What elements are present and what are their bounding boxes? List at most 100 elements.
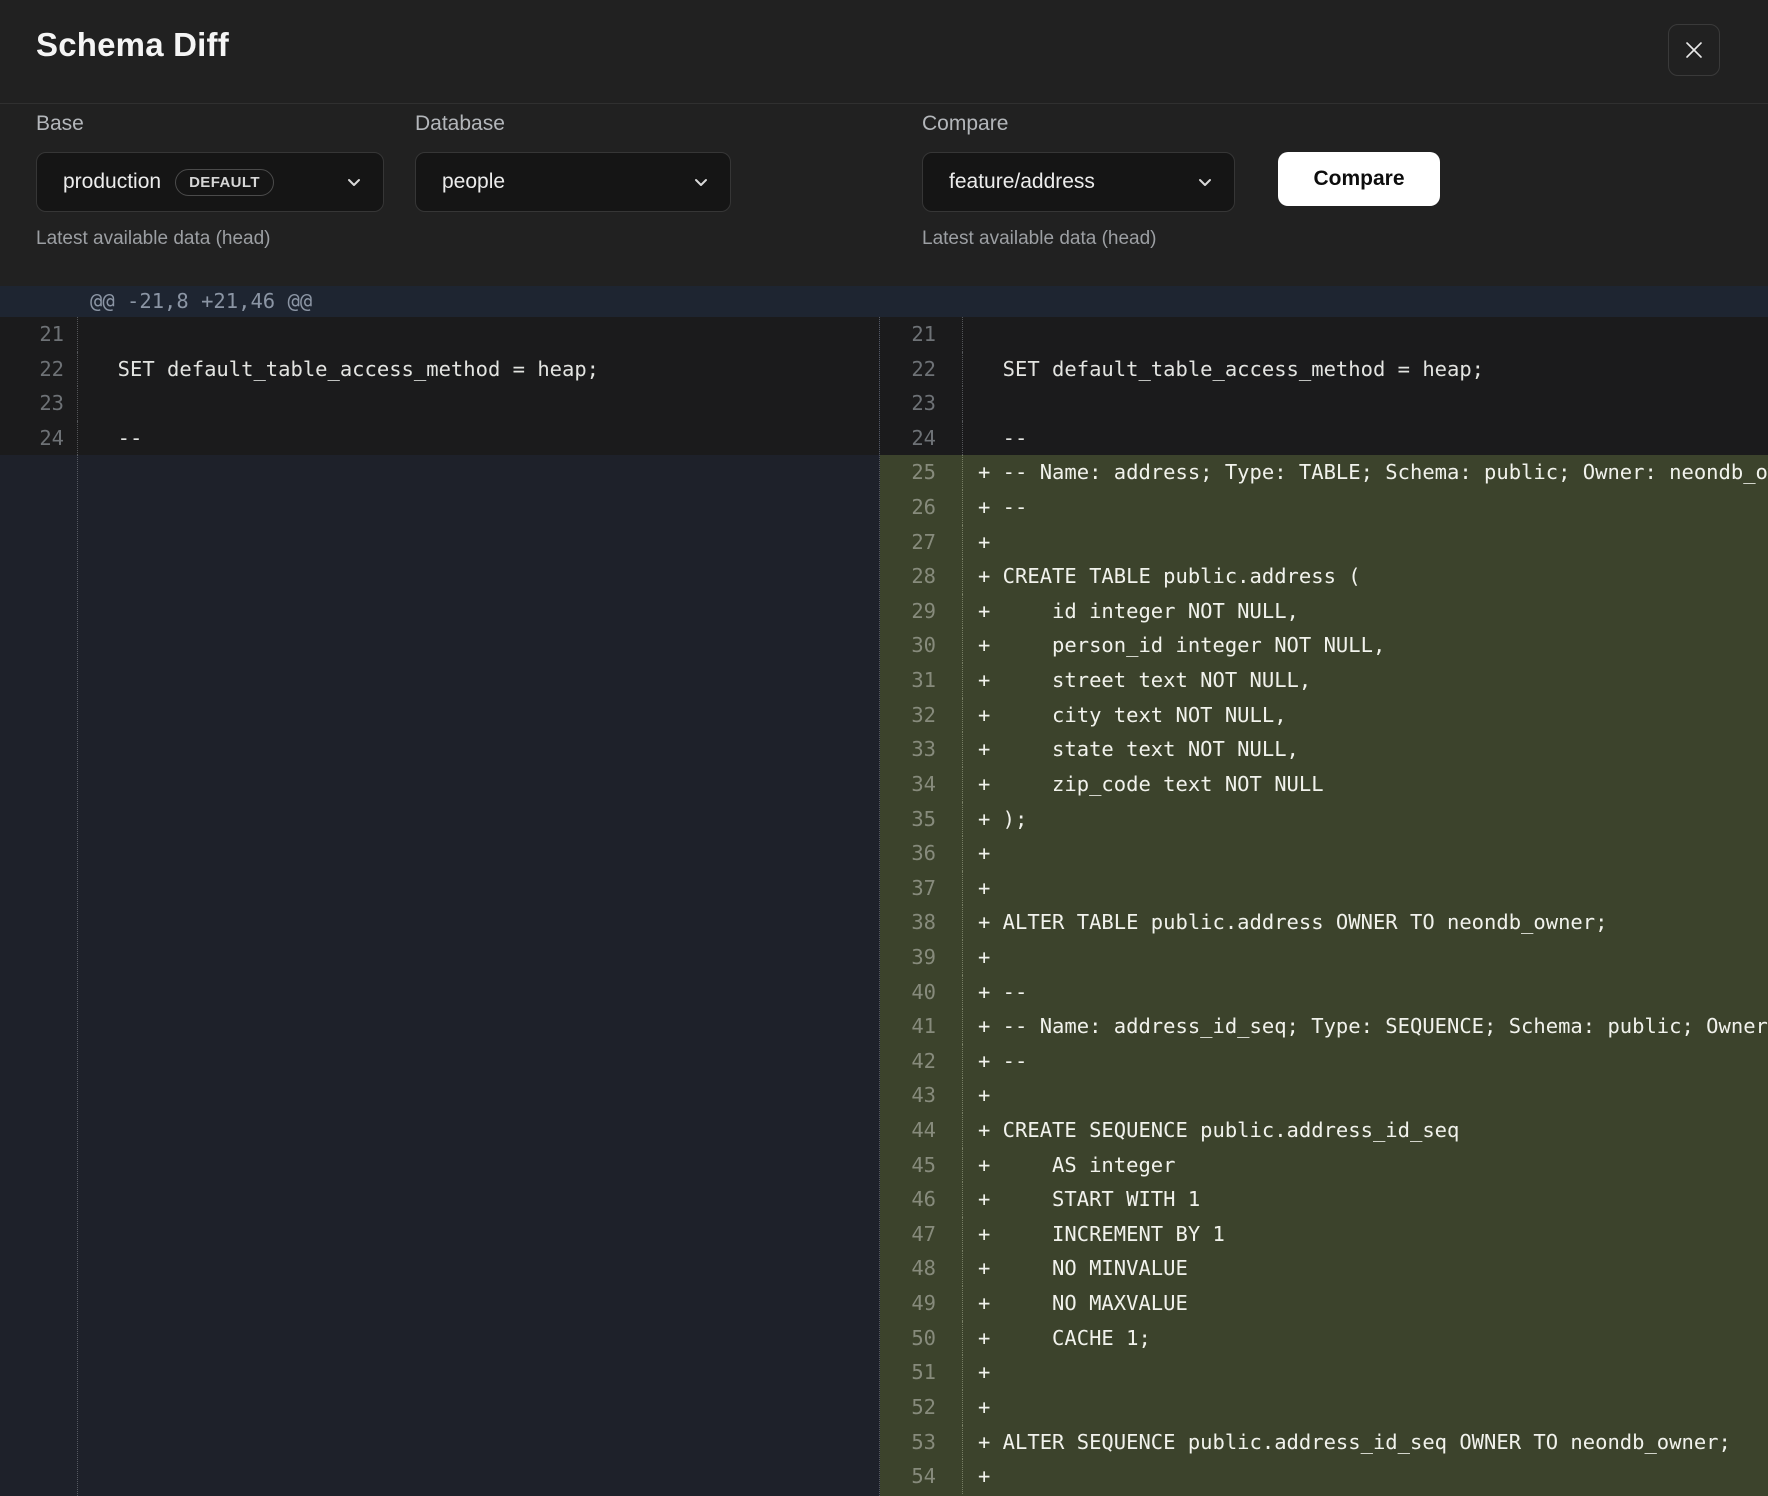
line-number: 32 <box>880 698 963 733</box>
compare-branch-select[interactable]: feature/address <box>922 152 1235 212</box>
line-number: 50 <box>880 1321 963 1356</box>
diff-pane-compare: 21 22 SET default_table_access_method = … <box>880 317 1768 1496</box>
code-text: + <box>963 525 1768 560</box>
diff-line-added: 35+ ); <box>880 802 1768 837</box>
line-number: 24 <box>880 421 963 456</box>
diff-line-added: 37+ <box>880 871 1768 906</box>
code-text: + zip_code text NOT NULL <box>963 767 1768 802</box>
line-number: 22 <box>880 352 963 387</box>
diff-line-added: 50+ CACHE 1; <box>880 1321 1768 1356</box>
code-text: + -- Name: address; Type: TABLE; Schema:… <box>963 455 1768 490</box>
code-text: + -- Name: address_id_seq; Type: SEQUENC… <box>963 1009 1768 1044</box>
line-number: 42 <box>880 1044 963 1079</box>
line-number: 41 <box>880 1009 963 1044</box>
code-text <box>963 386 1768 421</box>
line-number: 38 <box>880 905 963 940</box>
line-number: 23 <box>880 386 963 421</box>
line-number: 44 <box>880 1113 963 1148</box>
line-number: 28 <box>880 559 963 594</box>
code-text: + -- <box>963 975 1768 1010</box>
base-branch-select[interactable]: production DEFAULT <box>36 152 384 212</box>
modal-header: Schema Diff <box>0 0 1768 104</box>
diff-line-added: 47+ INCREMENT BY 1 <box>880 1217 1768 1252</box>
line-number: 24 <box>0 421 78 456</box>
diff-line-added: 29+ id integer NOT NULL, <box>880 594 1768 629</box>
default-badge: DEFAULT <box>175 169 274 196</box>
controls-bar: Base production DEFAULT Latest available… <box>0 104 1768 286</box>
diff-line-added: 43+ <box>880 1078 1768 1113</box>
chevron-down-icon <box>692 173 710 191</box>
line-number: 35 <box>880 802 963 837</box>
diff-line-added: 27+ <box>880 525 1768 560</box>
code-text: + person_id integer NOT NULL, <box>963 628 1768 663</box>
code-text: + state text NOT NULL, <box>963 732 1768 767</box>
database-select[interactable]: people <box>415 152 731 212</box>
diff-line-added: 33+ state text NOT NULL, <box>880 732 1768 767</box>
diff-line-added: 44+ CREATE SEQUENCE public.address_id_se… <box>880 1113 1768 1148</box>
diff-line-added: 45+ AS integer <box>880 1148 1768 1183</box>
line-number: 47 <box>880 1217 963 1252</box>
line-number: 40 <box>880 975 963 1010</box>
code-text: + <box>963 940 1768 975</box>
database-label: Database <box>415 112 505 136</box>
line-number: 25 <box>880 455 963 490</box>
code-text: + id integer NOT NULL, <box>963 594 1768 629</box>
diff-line-added: 42+ -- <box>880 1044 1768 1079</box>
code-text <box>78 317 879 352</box>
code-text: + START WITH 1 <box>963 1182 1768 1217</box>
line-number: 46 <box>880 1182 963 1217</box>
base-label: Base <box>36 112 84 136</box>
code-text: + <box>963 871 1768 906</box>
diff-line-added: 31+ street text NOT NULL, <box>880 663 1768 698</box>
code-text: + ALTER SEQUENCE public.address_id_seq O… <box>963 1425 1768 1460</box>
code-text: + street text NOT NULL, <box>963 663 1768 698</box>
hunk-header: @@ -21,8 +21,46 @@ <box>0 286 1768 317</box>
code-text: + -- <box>963 490 1768 525</box>
diff-line-added: 40+ -- <box>880 975 1768 1010</box>
code-text: + CREATE TABLE public.address ( <box>963 559 1768 594</box>
code-text: + <box>963 1355 1768 1390</box>
code-text: -- <box>78 421 879 456</box>
code-text: SET default_table_access_method = heap; <box>963 352 1768 387</box>
line-number: 43 <box>880 1078 963 1113</box>
line-number: 21 <box>0 317 78 352</box>
code-text: + CREATE SEQUENCE public.address_id_seq <box>963 1113 1768 1148</box>
diff-filler <box>0 455 879 1496</box>
diff-line-added: 48+ NO MINVALUE <box>880 1251 1768 1286</box>
line-number: 22 <box>0 352 78 387</box>
diff-line-added: 34+ zip_code text NOT NULL <box>880 767 1768 802</box>
diff-line-added: 30+ person_id integer NOT NULL, <box>880 628 1768 663</box>
chevron-down-icon <box>1196 173 1214 191</box>
code-text: SET default_table_access_method = heap; <box>78 352 879 387</box>
line-number: 21 <box>880 317 963 352</box>
compare-label: Compare <box>922 112 1008 136</box>
diff-line-added: 51+ <box>880 1355 1768 1390</box>
diff-scroll-area[interactable]: 21 22 SET default_table_access_method = … <box>0 317 1768 1496</box>
base-branch-value: production <box>63 170 161 194</box>
diff-line-added: 41+ -- Name: address_id_seq; Type: SEQUE… <box>880 1009 1768 1044</box>
diff-pane-base: 21 22 SET default_table_access_method = … <box>0 317 880 1496</box>
diff-line-added: 39+ <box>880 940 1768 975</box>
line-number: 49 <box>880 1286 963 1321</box>
line-number: 29 <box>880 594 963 629</box>
code-text: + NO MAXVALUE <box>963 1286 1768 1321</box>
compare-hint: Latest available data (head) <box>922 228 1157 250</box>
diff-line-added: 54+ <box>880 1459 1768 1494</box>
line-number: 33 <box>880 732 963 767</box>
diff-line-added: 28+ CREATE TABLE public.address ( <box>880 559 1768 594</box>
line-number: 45 <box>880 1148 963 1183</box>
compare-button[interactable]: Compare <box>1278 152 1440 206</box>
close-icon <box>1683 39 1705 61</box>
diff-line-added: 52+ <box>880 1390 1768 1425</box>
code-text: + ); <box>963 802 1768 837</box>
diff-line-context: 23 <box>0 386 879 421</box>
diff-line-added: 53+ ALTER SEQUENCE public.address_id_seq… <box>880 1425 1768 1460</box>
line-number: 51 <box>880 1355 963 1390</box>
close-button[interactable] <box>1668 24 1720 76</box>
code-text: + <box>963 1390 1768 1425</box>
diff-line-context: 24 -- <box>0 421 879 456</box>
line-number: 48 <box>880 1251 963 1286</box>
line-number: 31 <box>880 663 963 698</box>
diff-line-context: 22 SET default_table_access_method = hea… <box>880 352 1768 387</box>
code-text: + -- <box>963 1044 1768 1079</box>
